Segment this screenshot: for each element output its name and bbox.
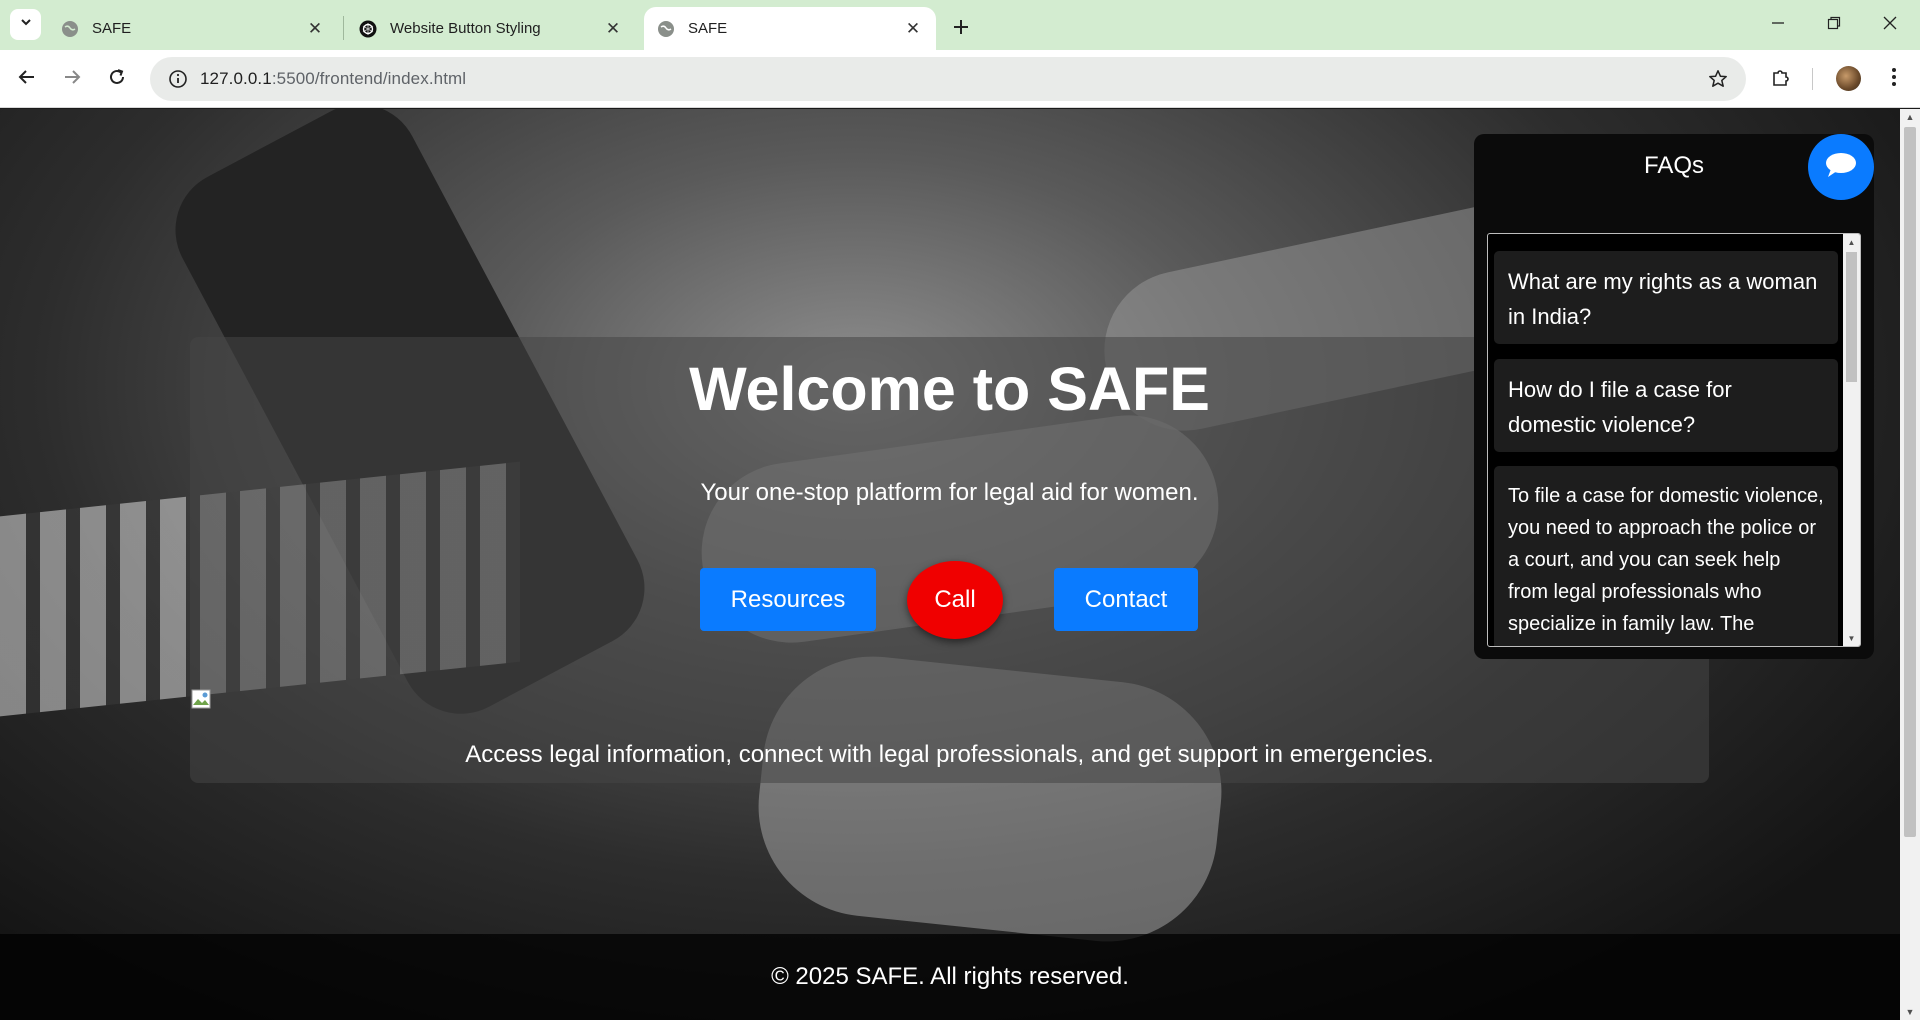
minimize-button[interactable]	[1750, 0, 1806, 50]
new-tab-button[interactable]	[944, 10, 978, 44]
chevron-down-icon	[19, 15, 33, 34]
star-icon[interactable]	[1706, 67, 1730, 91]
page-scrollbar[interactable]: ▲ ▼	[1900, 109, 1920, 1020]
reload-icon	[108, 68, 126, 91]
close-icon[interactable]: ✕	[902, 18, 924, 40]
url-path: :5500/frontend/index.html	[271, 69, 467, 88]
close-icon	[1883, 16, 1897, 35]
scroll-up-icon[interactable]: ▲	[1843, 234, 1860, 250]
minimize-icon	[1771, 16, 1785, 35]
tab-separator	[343, 16, 344, 40]
globe-icon	[657, 20, 675, 38]
plus-icon	[952, 12, 970, 43]
scroll-down-icon[interactable]: ▼	[1843, 630, 1860, 646]
close-icon[interactable]: ✕	[602, 18, 624, 40]
page-scrollbar-thumb[interactable]	[1904, 127, 1916, 837]
tab-title: SAFE	[688, 20, 728, 37]
footer-copyright: © 2025 SAFE. All rights reserved.	[771, 963, 1129, 990]
window-close-button[interactable]	[1862, 0, 1918, 50]
faq-panel: FAQs What are my rights as a woman in In…	[1474, 134, 1874, 659]
resources-button[interactable]: Resources	[700, 568, 876, 631]
reload-button[interactable]	[99, 61, 135, 97]
faq-question[interactable]: What are my rights as a woman in India?	[1494, 251, 1838, 344]
tab-website-button-styling[interactable]: Website Button Styling ✕	[346, 7, 636, 50]
url-host: 127.0.0.1	[200, 69, 272, 88]
broken-image-icon	[191, 689, 211, 709]
scroll-down-icon[interactable]: ▼	[1900, 1004, 1920, 1020]
globe-icon	[61, 20, 79, 38]
tab-safe-1[interactable]: SAFE ✕	[48, 7, 338, 50]
toolbar-divider	[1812, 68, 1813, 90]
menu-button[interactable]	[1876, 61, 1912, 97]
url-text: 127.0.0.1:5500/frontend/index.html	[200, 69, 466, 89]
openai-icon	[359, 20, 377, 38]
arrow-left-icon	[18, 68, 36, 91]
tab-title: Website Button Styling	[390, 20, 541, 37]
restore-icon	[1827, 16, 1841, 35]
browser-toolbar: 127.0.0.1:5500/frontend/index.html	[0, 50, 1920, 108]
tab-search-button[interactable]	[10, 9, 41, 40]
avatar[interactable]	[1836, 66, 1861, 91]
info-icon[interactable]	[156, 57, 200, 101]
arrow-right-icon	[63, 68, 81, 91]
tab-safe-active[interactable]: SAFE ✕	[644, 7, 936, 50]
tab-title: SAFE	[92, 20, 132, 37]
back-button[interactable]	[9, 61, 45, 97]
hero-subline: Access legal information, connect with l…	[465, 741, 1434, 768]
faq-list[interactable]: What are my rights as a woman in India? …	[1487, 233, 1861, 647]
tab-strip: SAFE ✕ Website Button Styling ✕ SAFE ✕	[0, 0, 1920, 50]
faq-scrollbar-thumb[interactable]	[1846, 252, 1857, 382]
footer: © 2025 SAFE. All rights reserved.	[0, 934, 1900, 1020]
call-button[interactable]: Call	[907, 561, 1003, 639]
close-icon[interactable]: ✕	[304, 18, 326, 40]
scroll-up-icon[interactable]: ▲	[1900, 109, 1920, 125]
faq-question[interactable]: How do I file a case for domestic violen…	[1494, 359, 1838, 452]
restore-button[interactable]	[1806, 0, 1862, 50]
forward-button[interactable]	[54, 61, 90, 97]
chat-button[interactable]	[1808, 134, 1874, 200]
chat-bubble-icon	[1823, 150, 1859, 185]
address-bar[interactable]: 127.0.0.1:5500/frontend/index.html	[150, 57, 1746, 101]
faq-answer: To file a case for domestic violence, yo…	[1494, 466, 1838, 646]
faq-scrollbar[interactable]: ▲ ▼	[1843, 234, 1860, 646]
puzzle-icon	[1771, 67, 1791, 92]
extensions-button[interactable]	[1763, 61, 1799, 97]
contact-button[interactable]: Contact	[1054, 568, 1198, 631]
more-vertical-icon	[1891, 67, 1897, 92]
